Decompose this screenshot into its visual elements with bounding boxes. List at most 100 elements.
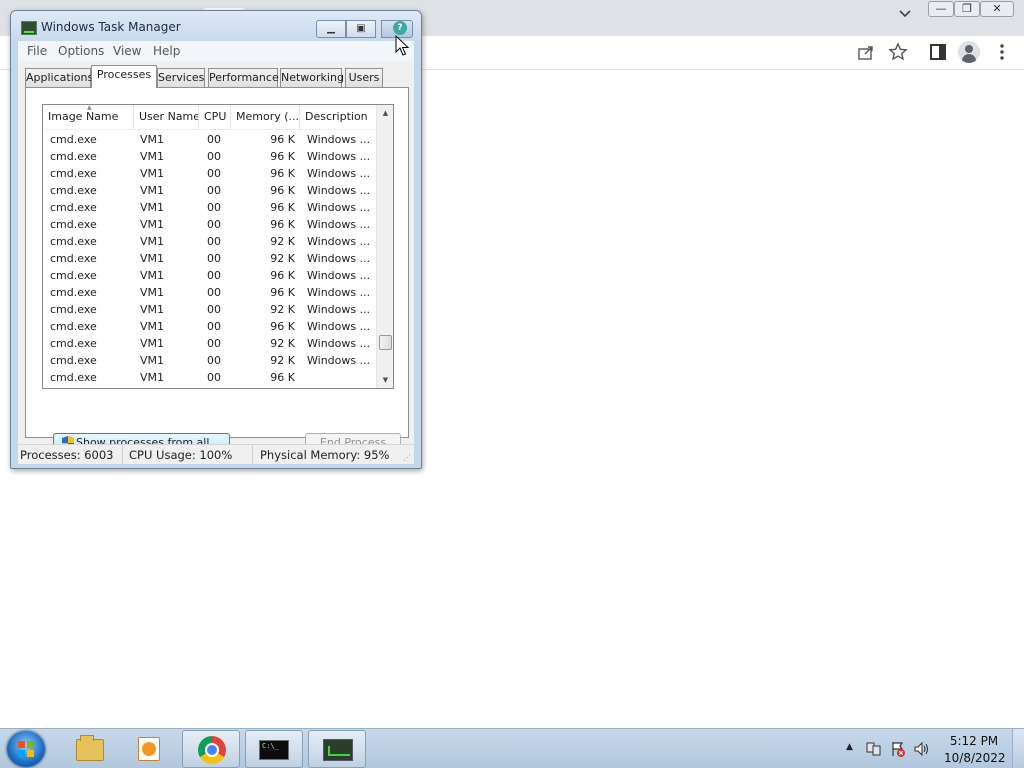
star-icon[interactable] xyxy=(888,42,908,62)
cell-memory: 92 K xyxy=(270,235,295,248)
cell-image-name: cmd.exe xyxy=(50,354,97,367)
maximize-button[interactable]: ▣ xyxy=(346,20,376,38)
taskbar-chrome-button[interactable] xyxy=(182,730,240,768)
cell-image-name: cmd.exe xyxy=(50,150,97,163)
table-row[interactable]: cmd.exe VM1 00 96 K Windows ... xyxy=(43,318,376,335)
table-row[interactable]: cmd.exe VM1 00 96 K Windows ... xyxy=(43,148,376,165)
cell-memory: 96 K xyxy=(270,150,295,163)
scroll-up-icon[interactable]: ▲ xyxy=(377,105,393,121)
cell-cpu: 00 xyxy=(207,218,221,231)
table-row[interactable]: cmd.exe VM1 00 92 K Windows ... xyxy=(43,250,376,267)
cell-image-name: cmd.exe xyxy=(50,371,97,384)
table-row[interactable]: cmd.exe VM1 00 92 K Windows ... xyxy=(43,233,376,250)
tab-search-chevron-icon[interactable] xyxy=(898,7,912,21)
show-desktop-button[interactable] xyxy=(1012,729,1024,768)
table-row[interactable]: cmd.exe VM1 00 96 K xyxy=(43,369,376,386)
help-icon[interactable]: ? xyxy=(393,21,407,35)
scrollbar-thumb[interactable] xyxy=(379,335,392,350)
browser-restore-button[interactable]: ❐ xyxy=(954,1,980,17)
share-icon[interactable] xyxy=(856,42,876,62)
cell-user-name: VM1 xyxy=(140,371,165,384)
action-center-flag-icon[interactable] xyxy=(889,740,907,758)
table-row[interactable]: cmd.exe VM1 00 92 K Windows ... xyxy=(43,352,376,369)
network-icon[interactable] xyxy=(865,740,883,758)
cell-memory: 96 K xyxy=(270,371,295,384)
profile-icon[interactable] xyxy=(958,41,980,63)
cell-user-name: VM1 xyxy=(140,303,165,316)
cell-user-name: VM1 xyxy=(140,184,165,197)
menu-help[interactable]: Help xyxy=(153,44,180,58)
column-header-image-name[interactable]: ▲ Image Name xyxy=(43,105,134,129)
table-row[interactable]: cmd.exe VM1 00 96 K Windows ... xyxy=(43,216,376,233)
volume-icon[interactable] xyxy=(913,740,931,758)
cell-memory: 92 K xyxy=(270,354,295,367)
cell-image-name: cmd.exe xyxy=(50,184,97,197)
cell-description: Windows ... xyxy=(307,354,371,367)
table-row[interactable]: cmd.exe VM1 00 92 K Windows ... xyxy=(43,301,376,318)
browser-close-button[interactable]: ✕ xyxy=(980,1,1014,17)
cell-image-name: cmd.exe xyxy=(50,286,97,299)
tab-performance[interactable]: Performance xyxy=(208,68,279,87)
cell-description: Windows ... xyxy=(307,184,371,197)
clock-time[interactable]: 5:12 PM xyxy=(944,734,1004,748)
process-list[interactable]: ▲ Image Name User Name CPU Memory (... D… xyxy=(42,104,394,389)
clock-date[interactable]: 10/8/2022 xyxy=(944,751,1006,765)
table-row[interactable]: cmd.exe VM1 00 96 K Windows ... xyxy=(43,267,376,284)
menu-view[interactable]: View xyxy=(113,44,141,58)
table-row[interactable]: cmd.exe VM1 00 96 K Windows ... xyxy=(43,165,376,182)
cell-cpu: 00 xyxy=(207,337,221,350)
table-row[interactable]: cmd.exe VM1 00 92 K Windows ... xyxy=(43,335,376,352)
cell-cpu: 00 xyxy=(207,269,221,282)
taskbar-explorer-button[interactable] xyxy=(60,730,118,768)
status-bar: Processes: 6003 CPU Usage: 100% Physical… xyxy=(18,444,414,465)
cell-description xyxy=(307,369,373,386)
table-row[interactable]: cmd.exe VM1 00 96 K Windows ... xyxy=(43,182,376,199)
scroll-down-icon[interactable]: ▼ xyxy=(377,372,393,388)
tab-services[interactable]: Services xyxy=(157,68,205,87)
start-button[interactable] xyxy=(7,731,45,767)
folder-icon xyxy=(76,735,104,761)
cell-cpu: 00 xyxy=(207,133,221,146)
cell-cpu: 00 xyxy=(207,320,221,333)
tab-processes[interactable]: Processes xyxy=(91,65,157,88)
taskbar-media-player-button[interactable] xyxy=(120,730,178,768)
sort-ascending-icon: ▲ xyxy=(87,105,92,111)
kebab-menu-icon[interactable] xyxy=(992,42,1012,62)
cell-cpu: 00 xyxy=(207,303,221,316)
chrome-icon xyxy=(198,736,226,764)
taskbar-cmd-button[interactable]: C:\_ xyxy=(245,730,303,768)
task-manager-window: Windows Task Manager ▁ ▣ ? File Options … xyxy=(10,10,422,469)
menu-options[interactable]: Options xyxy=(58,44,104,58)
title-bar[interactable]: Windows Task Manager ▁ ▣ ? xyxy=(11,11,421,41)
tab-networking[interactable]: Networking xyxy=(280,68,344,87)
tab-applications[interactable]: Applications xyxy=(25,68,93,87)
cell-user-name: VM1 xyxy=(140,167,165,180)
cell-description: Windows ... xyxy=(307,150,371,163)
side-panel-icon[interactable] xyxy=(928,42,948,62)
show-hidden-icons-icon[interactable]: ▲ xyxy=(846,742,853,752)
menu-file[interactable]: File xyxy=(27,44,47,58)
table-row[interactable]: cmd.exe VM1 00 96 K Windows ... xyxy=(43,131,376,148)
mouse-cursor-icon xyxy=(395,35,409,56)
processes-tab-panel: ▲ Image Name User Name CPU Memory (... D… xyxy=(25,87,409,467)
browser-minimize-button[interactable]: — xyxy=(928,1,954,17)
cell-user-name: VM1 xyxy=(140,133,165,146)
cell-image-name: cmd.exe xyxy=(50,218,97,231)
column-header-memory[interactable]: Memory (... xyxy=(231,105,300,129)
table-row[interactable]: cmd.exe VM1 00 96 K Windows ... xyxy=(43,199,376,216)
vertical-scrollbar[interactable]: ▲ ▼ xyxy=(376,105,393,388)
taskbar-task-manager-button[interactable] xyxy=(308,730,366,768)
resize-grip-icon[interactable]: ⋰ xyxy=(403,453,413,463)
status-physical-memory: Physical Memory: 95% xyxy=(260,448,390,462)
column-header-cpu[interactable]: CPU xyxy=(199,105,231,129)
minimize-button[interactable]: ▁ xyxy=(316,20,346,38)
cell-image-name: cmd.exe xyxy=(50,133,97,146)
cell-image-name: cmd.exe xyxy=(50,201,97,214)
cell-user-name: VM1 xyxy=(140,354,165,367)
column-header-description[interactable]: Description xyxy=(300,105,376,129)
cell-image-name: cmd.exe xyxy=(50,337,97,350)
column-header-user-name[interactable]: User Name xyxy=(134,105,199,129)
cell-image-name: cmd.exe xyxy=(50,235,97,248)
table-row[interactable]: cmd.exe VM1 00 96 K Windows ... xyxy=(43,284,376,301)
tab-users[interactable]: Users xyxy=(345,68,383,87)
